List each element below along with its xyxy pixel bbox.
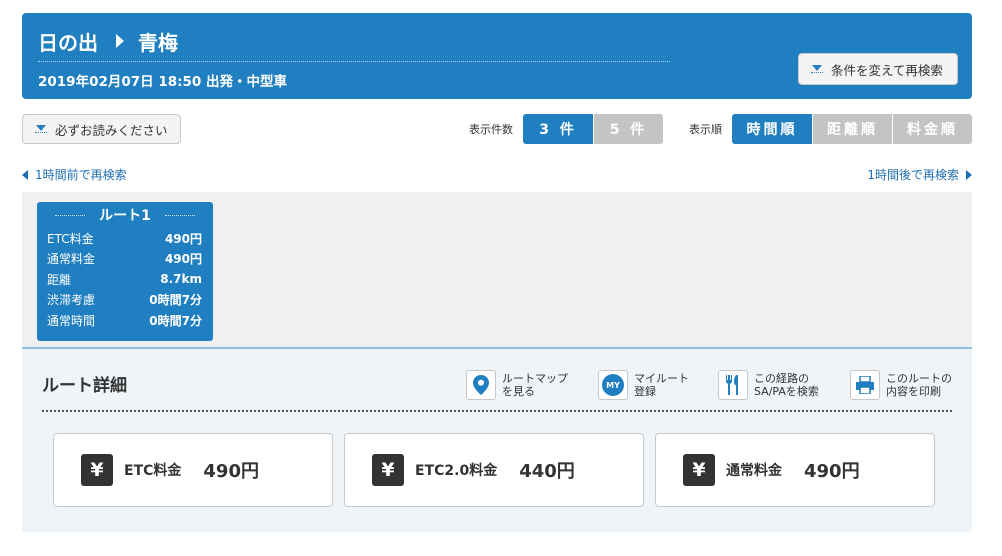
search-earlier-label: 1時間前で再検索 bbox=[35, 168, 127, 182]
fork-knife-icon bbox=[718, 370, 748, 400]
yen-icon: ¥ bbox=[683, 454, 715, 486]
route-title: 日の出 青梅 bbox=[38, 26, 178, 56]
fee-card-etc: ¥ ETC料金 490円 bbox=[53, 433, 333, 507]
route-row-etc: ETC料金 490円 bbox=[47, 231, 202, 246]
must-read-button[interactable]: 必ずお読みください bbox=[22, 114, 181, 144]
view-route-map-button[interactable]: ルートマップ を見る bbox=[466, 369, 568, 401]
order-option-distance[interactable]: 距離順 bbox=[812, 114, 892, 144]
order-option-time[interactable]: 時間順 bbox=[732, 114, 812, 144]
route-detail-title: ルート詳細 bbox=[42, 376, 127, 396]
caret-right-icon bbox=[966, 169, 972, 180]
fee-value: 440円 bbox=[519, 461, 575, 482]
route-card-1[interactable]: ルート1 ETC料金 490円 通常料金 490円 距離 8.7km 渋滞考慮 … bbox=[37, 202, 213, 341]
fee-value: 490円 bbox=[203, 461, 259, 482]
departure-info: 2019年02月07日 18:50 出発・中型車 bbox=[38, 74, 288, 90]
my-icon: MY bbox=[598, 370, 628, 400]
must-read-label: 必ずお読みください bbox=[55, 122, 168, 138]
fee-value: 490円 bbox=[804, 461, 860, 482]
fee-label: 通常料金 bbox=[726, 463, 782, 479]
count-option-3[interactable]: 3 件 bbox=[523, 114, 593, 144]
order-label: 表示順 bbox=[689, 123, 722, 136]
change-conditions-label: 条件を変えて再検索 bbox=[831, 62, 943, 78]
route-card-title: ルート1 bbox=[99, 208, 151, 224]
search-earlier-link[interactable]: 1時間前で再検索 bbox=[22, 166, 127, 183]
search-later-link[interactable]: 1時間後で再検索 bbox=[867, 166, 972, 183]
change-conditions-button[interactable]: 条件を変えて再検索 bbox=[798, 53, 958, 85]
fee-card-normal: ¥ 通常料金 490円 bbox=[655, 433, 935, 507]
route-card-header: ルート1 bbox=[37, 202, 213, 228]
triangle-down-icon bbox=[35, 125, 47, 133]
fee-label: ETC料金 bbox=[124, 463, 182, 479]
route-header: 日の出 青梅 2019年02月07日 18:50 出発・中型車 条件を変えて再検… bbox=[22, 13, 972, 99]
count-option-5[interactable]: 5 件 bbox=[593, 114, 663, 144]
yen-icon: ¥ bbox=[81, 454, 113, 486]
route-row-normal-fee: 通常料金 490円 bbox=[47, 252, 202, 267]
route-row-normal-time: 通常時間 0時間7分 bbox=[47, 313, 202, 328]
search-sapa-button[interactable]: この経路の SA/PAを検索 bbox=[718, 369, 819, 401]
route-row-traffic-time: 渋滞考慮 0時間7分 bbox=[47, 293, 202, 308]
caret-left-icon bbox=[22, 169, 28, 180]
triangle-down-icon bbox=[811, 65, 823, 73]
fee-label: ETC2.0料金 bbox=[415, 463, 498, 479]
route-detail-section: ルート詳細 ルートマップ を見る MY マイルート 登録 この経路の SA/PA… bbox=[22, 347, 972, 532]
order-segment: 時間順 距離順 料金順 bbox=[732, 114, 972, 144]
route-row-distance: 距離 8.7km bbox=[47, 272, 202, 287]
yen-icon: ¥ bbox=[372, 454, 404, 486]
printer-icon bbox=[850, 370, 880, 400]
print-route-button[interactable]: このルートの 内容を印刷 bbox=[850, 369, 952, 401]
origin-name: 日の出 bbox=[38, 30, 98, 55]
count-segment: 3 件 5 件 bbox=[523, 114, 663, 144]
register-my-route-button[interactable]: MY マイルート 登録 bbox=[598, 369, 689, 401]
detail-divider bbox=[42, 410, 952, 412]
header-divider bbox=[38, 61, 670, 62]
fee-card-etc2: ¥ ETC2.0料金 440円 bbox=[344, 433, 644, 507]
destination-name: 青梅 bbox=[138, 30, 178, 55]
order-option-fee[interactable]: 料金順 bbox=[892, 114, 972, 144]
arrow-right-icon bbox=[116, 34, 124, 48]
search-later-label: 1時間後で再検索 bbox=[867, 168, 959, 182]
count-label: 表示件数 bbox=[469, 123, 513, 136]
map-pin-icon bbox=[466, 370, 496, 400]
